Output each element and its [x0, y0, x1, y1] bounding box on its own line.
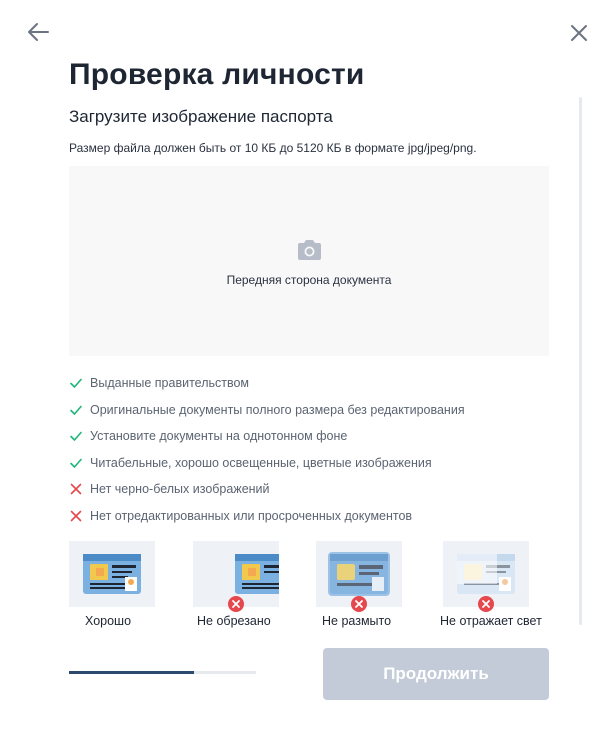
requirement-text: Установите документы на однотонном фоне	[90, 429, 348, 443]
file-size-hint: Размер файла должен быть от 10 КБ до 512…	[69, 141, 477, 155]
cross-icon	[70, 510, 82, 521]
error-badge-icon	[478, 596, 494, 612]
close-icon	[571, 25, 587, 41]
close-button[interactable]	[567, 21, 591, 45]
step-progress-fill	[69, 671, 195, 674]
check-icon	[70, 378, 82, 388]
continue-button[interactable]: Продолжить	[323, 648, 549, 700]
id-card-example-image	[69, 541, 155, 607]
requirement-text: Нет черно-белых изображений	[90, 482, 270, 496]
check-icon	[70, 405, 82, 415]
camera-icon	[298, 240, 321, 260]
upload-label: Передняя сторона документа	[226, 273, 392, 287]
identity-verification-modal: Проверка личности Загрузите изображение …	[0, 0, 616, 742]
error-badge-icon	[351, 596, 367, 612]
requirement-item: Установите документы на однотонном фоне	[69, 426, 347, 446]
scrollbar[interactable]	[579, 97, 582, 625]
back-button[interactable]	[26, 20, 52, 44]
check-icon	[70, 458, 82, 468]
requirement-item: Нет черно-белых изображений	[69, 479, 270, 499]
requirement-text: Читабельные, хорошо освещенные, цветные …	[90, 455, 432, 470]
arrow-left-icon	[28, 23, 49, 41]
upload-area[interactable]: Передняя сторона документа	[69, 166, 549, 356]
example-caption: Не отражает свет	[440, 614, 542, 628]
requirement-item: Выданные правительством	[69, 373, 249, 393]
example-caption: Не обрезано	[197, 614, 271, 628]
requirement-item: Читабельные, хорошо освещенные, цветные …	[69, 453, 432, 473]
step-progress-bar	[69, 671, 256, 674]
requirement-text: Нет отредактированных или просроченных д…	[90, 508, 413, 523]
page-title: Проверка личности	[69, 58, 365, 91]
requirement-text: Оригинальные документы полного размера б…	[90, 402, 465, 417]
example-caption: Хорошо	[85, 614, 132, 628]
cross-icon	[70, 483, 82, 495]
example-caption: Не размыто	[322, 614, 392, 628]
requirement-item: Оригинальные документы полного размера б…	[69, 400, 465, 420]
requirement-item: Нет отредактированных или просроченных д…	[69, 506, 412, 526]
requirement-text: Выданные правительством	[90, 376, 250, 390]
section-subtitle: Загрузите изображение паспорта	[69, 107, 333, 126]
error-badge-icon	[228, 596, 244, 612]
check-icon	[70, 431, 82, 441]
